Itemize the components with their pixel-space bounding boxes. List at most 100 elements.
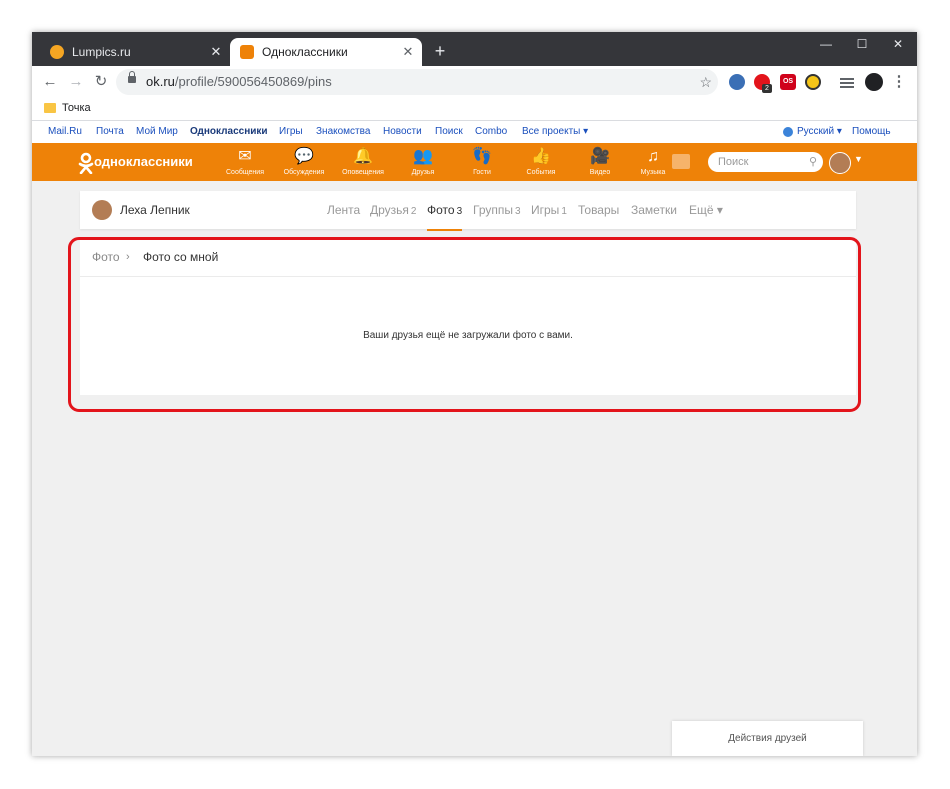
browser-window: Lumpics.ru ✕ Одноклассники ✕ + — ☐ ✕ ← →… <box>32 32 917 756</box>
forward-button[interactable]: → <box>64 70 88 94</box>
nav-label: Сообщения <box>226 169 264 176</box>
tab-odnoklassniki[interactable]: Одноклассники ✕ <box>230 38 422 66</box>
nav-label: Гости <box>473 169 491 176</box>
tab-lumpics[interactable]: Lumpics.ru ✕ <box>40 38 230 66</box>
portal-link-mailru[interactable]: Mail.Ru <box>48 121 82 143</box>
video-icon: 🎥 <box>590 148 610 165</box>
portal-link-igry[interactable]: Игры <box>279 121 303 143</box>
tab-notes[interactable]: Заметки <box>631 191 677 229</box>
portal-link-all-projects[interactable]: Все проекты ▾ <box>522 121 588 143</box>
tab-count: 3 <box>514 206 521 217</box>
ok-logo-text[interactable]: одноклассники <box>94 143 193 181</box>
footprints-icon: 👣 <box>472 148 492 165</box>
bookmark-star-icon[interactable]: ☆ <box>699 69 712 95</box>
close-window-button[interactable]: ✕ <box>880 32 916 56</box>
bookmark-tochka[interactable]: Точка <box>62 98 91 118</box>
close-tab-icon[interactable]: ✕ <box>400 44 416 60</box>
nav-messages[interactable]: ✉ Сообщения <box>218 147 272 179</box>
nav-discussions[interactable]: 💬 Обсуждения <box>277 147 331 179</box>
tab-title: Одноклассники <box>262 45 348 59</box>
search-icon: ⚲ <box>808 156 817 168</box>
tab-label: Заметки <box>631 203 677 217</box>
lumpics-favicon-icon <box>50 45 64 59</box>
title-bar: Lumpics.ru ✕ Одноклассники ✕ + — ☐ ✕ <box>32 32 917 66</box>
portal-link-novosti[interactable]: Новости <box>383 121 422 143</box>
tab-count: 2 <box>410 206 417 217</box>
tab-friends[interactable]: Друзья 2 <box>370 191 416 231</box>
extension-badge: 2 <box>762 84 772 93</box>
search-placeholder: Поиск <box>718 156 749 168</box>
bell-icon: 🔔 <box>353 148 373 165</box>
ok-header: одноклассники ✉ Сообщения 💬 Обсуждения 🔔… <box>32 143 917 181</box>
tab-label: Игры <box>531 203 560 217</box>
url-text: ok.ru/profile/590056450869/pins <box>146 69 332 95</box>
portal-link-poisk[interactable]: Поиск <box>435 121 463 143</box>
ok-search-input[interactable]: Поиск ⚲ <box>708 152 823 172</box>
chevron-down-icon[interactable]: ▼ <box>854 154 863 164</box>
portal-links-bar: Mail.Ru Почта Мой Мир Одноклассники Игры… <box>32 121 917 143</box>
ok-logo-icon[interactable] <box>76 152 96 174</box>
tab-feed[interactable]: Лента <box>327 191 360 229</box>
lock-icon <box>128 71 136 83</box>
tab-label: Группы <box>473 203 513 217</box>
browser-menu-icon[interactable]: ⋮ <box>887 70 911 94</box>
new-tab-button[interactable]: + <box>430 41 450 61</box>
extension-os-icon[interactable]: OS <box>780 74 796 90</box>
tab-more[interactable]: Ещё ▾ <box>689 191 723 229</box>
profile-name[interactable]: Леха Лепник <box>120 191 190 229</box>
portal-link-pochta[interactable]: Почта <box>96 121 124 143</box>
extension-yellow-icon[interactable] <box>805 74 821 90</box>
close-tab-icon[interactable]: ✕ <box>208 44 224 60</box>
nav-friends[interactable]: 👥 Друзья <box>396 147 450 179</box>
nav-events[interactable]: 👍 События <box>514 147 568 179</box>
url-path: /profile/590056450869/pins <box>174 74 332 89</box>
header-avatar[interactable] <box>829 152 851 174</box>
bookmarks-bar: Точка <box>32 98 917 121</box>
tab-photos[interactable]: Фото 3 <box>427 191 463 231</box>
globe-icon <box>783 127 793 137</box>
video-player-icon[interactable] <box>672 154 690 169</box>
extension-shield-icon[interactable] <box>729 74 745 90</box>
portal-link-znakomstva[interactable]: Знакомства <box>316 121 370 143</box>
reload-button[interactable]: ↻ <box>89 70 113 94</box>
envelope-icon: ✉ <box>238 148 252 165</box>
minimize-button[interactable]: — <box>808 32 844 56</box>
tab-label: Друзья <box>370 203 409 217</box>
language-selector[interactable]: Русский ▾ <box>797 121 842 143</box>
nav-label: Музыка <box>640 169 666 176</box>
tab-games[interactable]: Игры 1 <box>531 191 567 231</box>
help-link[interactable]: Помощь <box>852 121 891 143</box>
nav-video[interactable]: 🎥 Видео <box>573 147 627 179</box>
tab-label: Фото <box>427 203 455 217</box>
address-bar[interactable]: ok.ru/profile/590056450869/pins ☆ <box>116 69 718 95</box>
tab-count: 1 <box>561 206 567 217</box>
nav-label: События <box>526 169 556 176</box>
web-page: Mail.Ru Почта Мой Мир Одноклассники Игры… <box>32 121 917 756</box>
tab-label: Ещё ▾ <box>689 203 723 217</box>
profile-avatar-icon[interactable] <box>865 73 883 91</box>
url-domain: ok.ru <box>146 74 175 89</box>
avatar[interactable] <box>92 200 112 220</box>
nav-label: Друзья <box>411 169 435 176</box>
nav-label: Оповещения <box>342 169 384 176</box>
nav-guests[interactable]: 👣 Гости <box>455 147 509 179</box>
browser-toolbar: ← → ↻ ok.ru/profile/590056450869/pins ☆ … <box>32 66 917 98</box>
portal-link-combo[interactable]: Combo <box>475 121 507 143</box>
tab-groups[interactable]: Группы 3 <box>473 191 521 231</box>
nav-label: Видео <box>589 169 611 176</box>
ok-favicon-icon <box>240 45 254 59</box>
tab-goods[interactable]: Товары <box>578 191 619 229</box>
back-button[interactable]: ← <box>38 70 62 94</box>
nav-notifications[interactable]: 🔔 Оповещения <box>336 147 390 179</box>
tab-label: Товары <box>578 203 620 217</box>
portal-link-odnoklassniki[interactable]: Одноклассники <box>190 121 268 143</box>
folder-icon <box>44 103 56 113</box>
chat-icon: 💬 <box>294 148 314 165</box>
tab-label: Лента <box>327 203 361 217</box>
friends-activity-button[interactable]: Действия друзей <box>672 721 863 756</box>
nav-label: Обсуждения <box>283 169 325 176</box>
reading-list-icon[interactable] <box>840 78 854 80</box>
maximize-button[interactable]: ☐ <box>844 32 880 56</box>
portal-link-moi-mir[interactable]: Мой Мир <box>136 121 178 143</box>
profile-bar: Леха Лепник Лента Друзья 2 Фото 3 Группы 3 … <box>80 191 856 231</box>
